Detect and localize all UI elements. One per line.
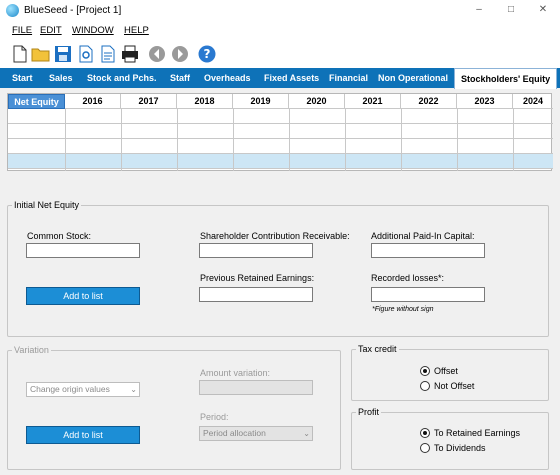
menu-file[interactable]: FILE xyxy=(12,25,32,36)
period-value: Period allocation xyxy=(203,428,266,438)
common-stock-label: Common Stock: xyxy=(27,231,92,241)
title-bar: BlueSeed - [Project 1] – □ ✕ xyxy=(0,0,560,22)
initial-net-equity-legend: Initial Net Equity xyxy=(12,200,82,210)
back-icon[interactable] xyxy=(147,44,167,64)
variation-add-to-list-button[interactable]: Add to list xyxy=(26,426,140,444)
maximize-button[interactable]: □ xyxy=(502,3,520,17)
header-year[interactable]: 2022 xyxy=(401,94,457,109)
header-year[interactable]: 2019 xyxy=(233,94,289,109)
menu-bar: FILE EDIT WINDOW HELP xyxy=(0,22,560,38)
new-file-icon[interactable] xyxy=(10,44,30,64)
tab-sales[interactable]: Sales xyxy=(49,68,73,88)
grid-column-lines xyxy=(65,109,514,171)
blueseed-logo-icon xyxy=(6,4,19,17)
help-icon[interactable]: ? xyxy=(197,44,217,64)
tab-overheads[interactable]: Overheads xyxy=(204,68,251,88)
tax-credit-legend: Tax credit xyxy=(356,344,399,354)
minimize-button[interactable]: – xyxy=(470,3,488,17)
retained-earnings-input[interactable] xyxy=(199,287,313,302)
change-origin-select[interactable]: Change origin values ⌄ xyxy=(26,382,140,397)
menu-edit[interactable]: EDIT xyxy=(40,25,62,36)
save-icon[interactable] xyxy=(53,44,73,64)
recorded-losses-input[interactable] xyxy=(371,287,485,302)
to-dividends-radio[interactable] xyxy=(420,443,430,453)
grid-header-row: Net Equity 2016 2017 2018 2019 2020 2021… xyxy=(8,94,553,109)
to-retained-earnings-label: To Retained Earnings xyxy=(434,428,521,438)
settings-file-icon[interactable] xyxy=(76,44,96,64)
tab-staff[interactable]: Staff xyxy=(170,68,190,88)
initial-net-equity-group: Initial Net Equity xyxy=(7,200,549,337)
not-offset-radio[interactable] xyxy=(420,381,430,391)
header-year[interactable]: 2017 xyxy=(121,94,177,109)
shareholder-contribution-label: Shareholder Contribution Receivable: xyxy=(200,231,350,241)
header-year[interactable]: 2021 xyxy=(345,94,401,109)
profit-legend: Profit xyxy=(356,407,382,417)
tab-stockholders-equity[interactable]: Stockholders' Equity xyxy=(454,68,558,89)
header-year[interactable]: 2024 xyxy=(513,94,553,109)
paid-in-capital-label: Additional Paid-In Capital: xyxy=(371,231,475,241)
header-year[interactable]: 2020 xyxy=(289,94,345,109)
change-origin-value: Change origin values xyxy=(30,384,110,394)
header-year[interactable]: 2018 xyxy=(177,94,233,109)
tab-stock-and-purchases[interactable]: Stock and Pchs. xyxy=(87,68,157,88)
tab-non-operational[interactable]: Non Operational xyxy=(378,68,448,88)
period-select[interactable]: Period allocation ⌄ xyxy=(199,426,313,441)
tab-fixed-assets[interactable]: Fixed Assets xyxy=(264,68,319,88)
open-folder-icon[interactable] xyxy=(31,44,51,64)
tab-financial[interactable]: Financial xyxy=(329,68,368,88)
offset-radio[interactable] xyxy=(420,366,430,376)
add-to-list-button[interactable]: Add to list xyxy=(26,287,140,305)
retained-earnings-label: Previous Retained Earnings: xyxy=(200,273,315,283)
to-retained-earnings-radio[interactable] xyxy=(420,428,430,438)
equity-grid[interactable]: Net Equity 2016 2017 2018 2019 2020 2021… xyxy=(7,93,553,171)
figure-footnote: *Figure without sign xyxy=(372,306,434,313)
header-year[interactable]: 2016 xyxy=(65,94,121,109)
variation-legend: Variation xyxy=(12,345,51,355)
forward-icon[interactable] xyxy=(170,44,190,64)
amount-variation-input[interactable] xyxy=(199,380,313,395)
to-dividends-label: To Dividends xyxy=(434,443,486,453)
window-title: BlueSeed - [Project 1] xyxy=(24,5,122,16)
document-icon[interactable] xyxy=(98,44,118,64)
svg-text:?: ? xyxy=(204,47,211,61)
header-net-equity[interactable]: Net Equity xyxy=(8,94,65,109)
menu-window[interactable]: WINDOW xyxy=(72,25,114,36)
recorded-losses-label: Recorded losses*: xyxy=(371,273,445,283)
tab-bar: Start Sales Stock and Pchs. Staff Overhe… xyxy=(0,68,560,89)
header-year[interactable]: 2023 xyxy=(457,94,513,109)
common-stock-input[interactable] xyxy=(26,243,140,258)
chevron-down-icon: ⌄ xyxy=(303,429,310,438)
shareholder-contribution-input[interactable] xyxy=(199,243,313,258)
tab-start[interactable]: Start xyxy=(12,68,33,88)
print-icon[interactable] xyxy=(120,44,140,64)
amount-variation-label: Amount variation: xyxy=(200,368,271,378)
close-button[interactable]: ✕ xyxy=(534,3,552,17)
chevron-down-icon: ⌄ xyxy=(130,385,137,394)
menu-help[interactable]: HELP xyxy=(124,25,149,36)
paid-in-capital-input[interactable] xyxy=(371,243,485,258)
profit-group: Profit xyxy=(351,407,549,470)
variation-group: Variation xyxy=(7,345,341,470)
not-offset-label: Not Offset xyxy=(434,381,475,391)
offset-label: Offset xyxy=(434,366,458,376)
period-label: Period: xyxy=(200,412,229,422)
toolbar: ? xyxy=(0,38,560,68)
